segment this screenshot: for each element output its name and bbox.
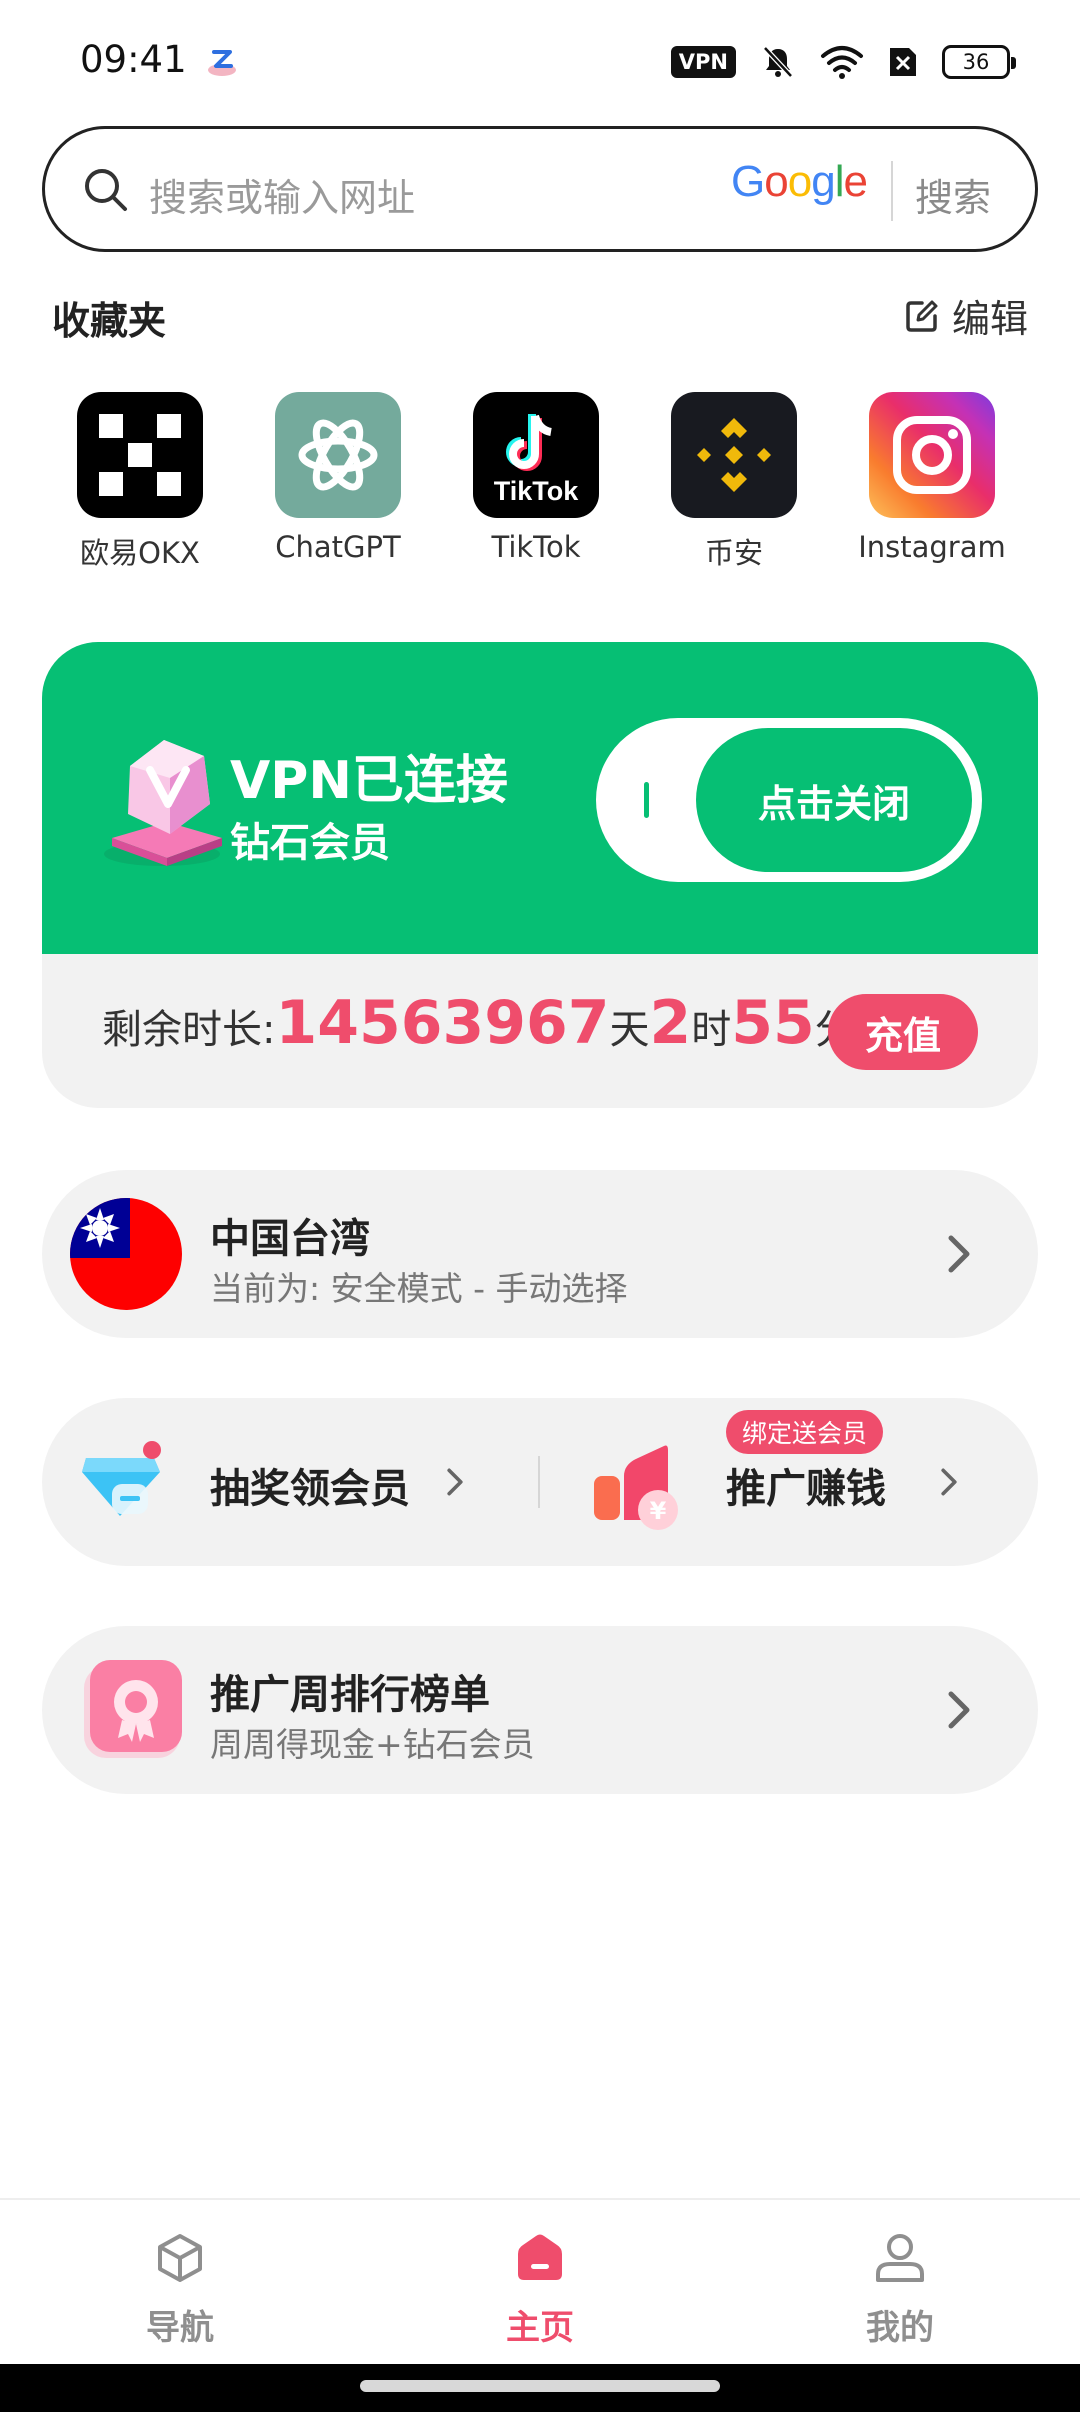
nav-tab-profile[interactable]: 我的 xyxy=(800,2230,1000,2349)
bind-bonus-badge: 绑定送会员 xyxy=(726,1410,884,1454)
battery-level: 36 xyxy=(962,50,990,74)
earn-money-icon[interactable]: ¥ xyxy=(588,1436,684,1532)
edit-label: 编辑 xyxy=(951,297,1028,341)
google-letter: o xyxy=(787,157,813,206)
promo-card: 抽奖领会员 ¥ 绑定送会员 推广赚钱 xyxy=(42,1398,1038,1566)
vpn-status-text: VPN已连接 xyxy=(230,751,508,811)
favorite-label: 币安 xyxy=(704,536,763,570)
ranking-medal-icon xyxy=(84,1660,182,1758)
vpn-status-badge: VPN xyxy=(670,46,736,78)
toggle-on-indicator xyxy=(644,782,649,818)
favorite-binance[interactable]: 币安 xyxy=(634,392,834,572)
status-icons: VPN 36 xyxy=(670,40,1016,84)
tiktok-logo-text: TikTok xyxy=(494,476,580,506)
remaining-days: 14563967 xyxy=(275,988,610,1058)
location-name: 中国台湾 xyxy=(210,1216,370,1262)
home-indicator[interactable] xyxy=(360,2380,720,2392)
search-bar[interactable]: 搜索或输入网址 Google 搜索 xyxy=(42,126,1038,252)
tiktok-icon: TikTok xyxy=(473,392,599,518)
nav-label: 主页 xyxy=(506,2308,574,2348)
app-notification-icon xyxy=(208,50,236,76)
bottom-navigation: 导航 主页 我的 xyxy=(0,2198,1080,2364)
search-icon xyxy=(85,169,127,211)
svg-text:¥: ¥ xyxy=(650,1497,667,1525)
google-letter: G xyxy=(731,157,765,206)
instagram-icon xyxy=(869,392,995,518)
search-engine-name: Google xyxy=(731,157,868,206)
vpn-status-panel: VPN已连接 钻石会员 点击关闭 xyxy=(42,642,1038,954)
favorite-label: Instagram xyxy=(858,530,1006,564)
okx-icon xyxy=(77,392,203,518)
edit-favorites-button[interactable]: 编辑 xyxy=(904,288,1028,343)
status-bar: 09:41 VPN 36 xyxy=(0,0,1080,120)
nav-label: 导航 xyxy=(146,2308,214,2348)
search-input[interactable]: 搜索或输入网址 xyxy=(149,167,415,222)
remaining-time: 剩余时长:14563967天2时55分 xyxy=(102,988,855,1058)
ranking-title: 推广周排行榜单 xyxy=(210,1672,490,1718)
no-sim-icon xyxy=(890,48,916,76)
favorite-okx[interactable]: 欧易OKX xyxy=(40,392,240,572)
google-logo[interactable]: Google xyxy=(731,157,868,207)
search-divider xyxy=(891,161,893,221)
diamond-gem-icon xyxy=(104,740,222,866)
google-letter: g xyxy=(811,157,836,206)
wifi-icon xyxy=(821,46,863,79)
chevron-right-icon xyxy=(447,1468,463,1496)
battery-icon: 36 xyxy=(942,45,1016,79)
promote-earn-button[interactable]: 推广赚钱 xyxy=(726,1456,886,1514)
edit-icon xyxy=(906,300,938,332)
favorites-title: 收藏夹 xyxy=(52,299,167,343)
favorite-label: 欧易OKX xyxy=(80,536,200,570)
cube-icon xyxy=(158,2234,202,2282)
disconnect-button[interactable]: 点击关闭 xyxy=(696,728,972,872)
taiwan-flag-icon xyxy=(70,1198,182,1310)
favorite-instagram[interactable]: Instagram xyxy=(832,392,1032,564)
lottery-membership-button[interactable]: 抽奖领会员 xyxy=(210,1456,410,1514)
days-unit: 天 xyxy=(609,1007,650,1053)
membership-tier: 钻石会员 xyxy=(230,820,390,866)
google-letter: e xyxy=(843,157,868,206)
hours-unit: 时 xyxy=(691,1007,732,1053)
remaining-minutes: 55 xyxy=(731,988,815,1058)
vpn-toggle-switch[interactable]: 点击关闭 xyxy=(596,718,982,882)
favorite-tiktok[interactable]: TikTok TikTok xyxy=(436,392,636,564)
favorite-label: ChatGPT xyxy=(275,530,401,564)
search-button[interactable]: 搜索 xyxy=(915,167,991,222)
remaining-label: 剩余时长: xyxy=(102,1007,276,1053)
home-icon xyxy=(518,2234,562,2280)
chevron-right-icon xyxy=(948,1691,970,1729)
binance-icon xyxy=(671,392,797,518)
bell-muted-icon xyxy=(763,46,793,78)
weekly-ranking-card[interactable]: 推广周排行榜单 周周得现金+钻石会员 xyxy=(42,1626,1038,1794)
chatgpt-icon xyxy=(275,392,401,518)
nav-tab-home[interactable]: 主页 xyxy=(440,2230,640,2349)
vpn-card: VPN已连接 钻石会员 点击关闭 剩余时长:14563967天2时55分 充值 xyxy=(42,642,1038,1108)
disconnect-label: 点击关闭 xyxy=(757,781,910,826)
nav-label: 我的 xyxy=(866,2308,934,2348)
recharge-label: 充值 xyxy=(864,1013,941,1058)
ranking-subtitle: 周周得现金+钻石会员 xyxy=(210,1725,535,1764)
remaining-hours: 2 xyxy=(649,988,692,1058)
recharge-button[interactable]: 充值 xyxy=(828,994,978,1070)
favorites-list: 欧易OKX ChatGPT TikTok TikTok 币安 Instagram xyxy=(0,392,1080,572)
chevron-right-icon xyxy=(941,1468,957,1496)
status-time: 09:41 xyxy=(80,38,187,81)
chevron-right-icon xyxy=(948,1235,970,1273)
server-location-selector[interactable]: 中国台湾 当前为: 安全模式 - 手动选择 xyxy=(42,1170,1038,1338)
gesture-bar xyxy=(0,2364,1080,2412)
lottery-diamond-icon[interactable] xyxy=(78,1436,170,1528)
favorite-label: TikTok xyxy=(491,530,581,564)
favorite-chatgpt[interactable]: ChatGPT xyxy=(238,392,438,564)
user-icon xyxy=(876,2234,924,2282)
nav-tab-navigation[interactable]: 导航 xyxy=(80,2230,280,2349)
connection-mode: 当前为: 安全模式 - 手动选择 xyxy=(210,1269,628,1308)
promo-divider xyxy=(538,1456,540,1508)
google-letter: o xyxy=(764,157,789,206)
